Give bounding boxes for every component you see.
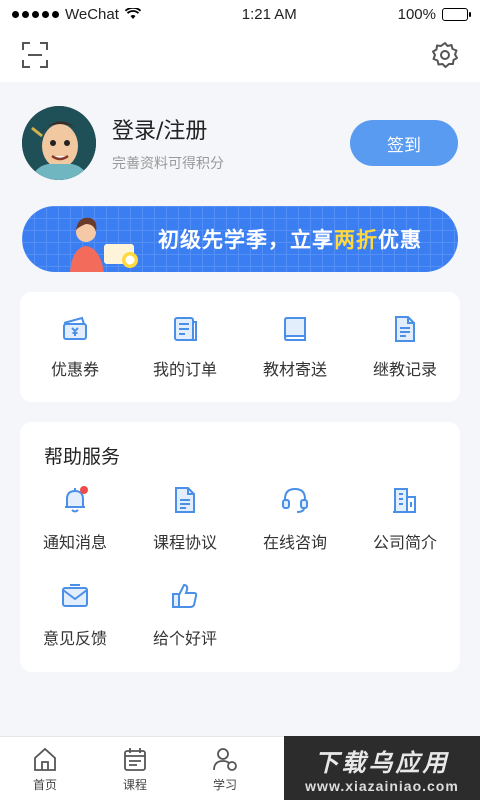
document-icon [175,487,195,513]
banner-text-end: 优惠 [378,228,422,252]
help-item-label: 公司简介 [372,533,437,552]
banner-illustration [70,217,138,272]
tab-home[interactable]: 首页 [0,737,90,800]
gear-icon[interactable] [430,40,460,70]
tab-courses[interactable]: 课程 [90,737,180,800]
help-item-feedback[interactable]: 意见反馈 [20,581,130,677]
clock: 1:21 AM [241,5,297,23]
help-item-label: 通知消息 [42,533,107,552]
profile-subtitle: 完善资料可得积分 [112,156,224,172]
login-register-link[interactable]: 登录/注册 [112,113,350,145]
headset-icon [282,487,308,513]
thumbs-up-icon [172,583,198,608]
help-item-agreement[interactable]: 课程协议 [130,485,240,581]
quick-item-records[interactable]: 继教记录 [350,292,460,402]
tab-label: 学习 [212,778,237,792]
quick-item-label: 继教记录 [372,360,437,379]
profile-text: 登录/注册 完善资料可得积分 [112,113,350,173]
avatar[interactable] [22,106,96,180]
tab-label: 课程 [122,778,147,792]
user-icon [213,748,237,771]
signal-icon [12,10,59,18]
banner-text-main: 初级先学季，立享 [158,228,334,252]
tab-label: 首页 [32,778,57,792]
banner-text: 初级先学季，立享两折优惠 [158,224,422,254]
calendar-icon [124,748,146,771]
home-icon [34,747,56,771]
help-item-label: 给个好评 [152,629,217,648]
scan-icon[interactable] [20,40,50,70]
carrier-label: WeChat [65,5,119,23]
signin-button[interactable]: 签到 [350,120,458,166]
quick-item-label: 我的订单 [152,360,217,379]
help-item-label: 在线咨询 [262,533,327,552]
help-title: 帮助服务 [44,446,121,468]
help-services-card: 帮助服务 通知消息 课程协议 在线咨询 公司简介 意见反馈 给个好评 [20,422,460,672]
battery-group: 100% [397,5,471,23]
building-icon [393,488,416,513]
quick-actions-card: 优惠券 我的订单 教材寄送 继教记录 [20,292,460,402]
wifi-icon [124,8,141,19]
help-item-consult[interactable]: 在线咨询 [240,485,350,581]
help-item-rate[interactable]: 给个好评 [130,581,240,677]
coupon-icon [63,316,87,340]
quick-item-label: 教材寄送 [262,360,327,379]
battery-icon [442,7,471,21]
quick-item-textbook[interactable]: 教材寄送 [240,292,350,402]
quick-item-coupon[interactable]: 优惠券 [20,292,130,402]
profile-section: 登录/注册 完善资料可得积分 签到 [0,82,480,198]
watermark-url: www.xiazainiao.com [305,777,459,794]
quick-item-orders[interactable]: 我的订单 [130,292,240,402]
bell-icon [65,486,88,513]
quick-item-label: 优惠券 [50,360,99,379]
help-item-label: 课程协议 [152,533,217,552]
promo-banner[interactable]: 初级先学季，立享两折优惠 [22,206,458,272]
watermark-title: 下载乌应用 [314,748,450,777]
help-grid: 通知消息 课程协议 在线咨询 公司简介 意见反馈 给个好评 [20,485,460,677]
battery-percent: 100% [397,5,436,23]
carrier-group: WeChat [12,6,141,23]
help-item-notifications[interactable]: 通知消息 [20,485,130,581]
watermark-logo: 下载乌应用 www.xiazainiao.com [284,736,480,800]
help-item-label: 意见反馈 [42,629,107,648]
status-bar: WeChat 1:21 AM 100% [0,0,480,28]
book-icon [284,317,306,341]
tab-study[interactable]: 学习 [180,737,270,800]
order-icon [174,317,197,341]
mail-icon [62,584,88,607]
top-bar [0,28,480,82]
help-item-company[interactable]: 公司简介 [350,485,460,581]
record-icon [395,316,415,342]
banner-text-highlight: 两折 [334,228,378,252]
